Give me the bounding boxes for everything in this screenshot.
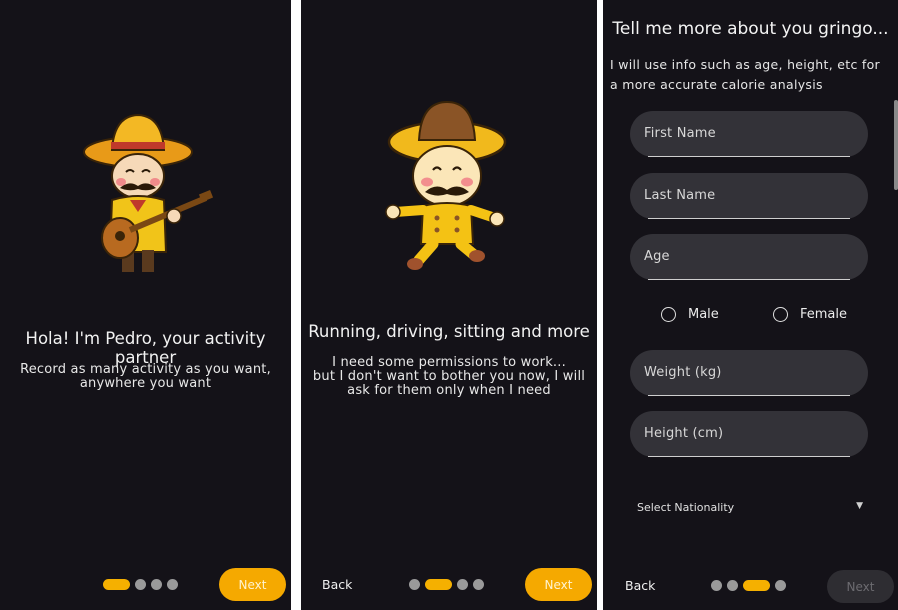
page-dot xyxy=(135,579,146,590)
page-dot xyxy=(151,579,162,590)
height-label: Height (cm) xyxy=(644,426,724,441)
last-name-label: Last Name xyxy=(644,188,716,203)
page-dot xyxy=(711,580,722,591)
page-description: I will use info such as age, height, etc… xyxy=(610,57,880,92)
age-field[interactable]: Age xyxy=(630,234,868,280)
page-indicator xyxy=(103,579,178,590)
page-dot xyxy=(727,580,738,591)
nationality-placeholder: Select Nationality xyxy=(637,501,735,514)
gender-label-male: Male xyxy=(688,307,719,322)
page-indicator xyxy=(409,579,484,590)
chevron-down-icon[interactable]: ▼ xyxy=(856,501,863,511)
page-description: Record as many activity as you want, any… xyxy=(20,362,271,391)
onboarding-screen-2: Running, driving, sitting and more I nee… xyxy=(301,0,597,610)
scrollbar[interactable] xyxy=(894,100,898,190)
page-dot-active xyxy=(103,579,130,590)
height-field[interactable]: Height (cm) xyxy=(630,411,868,457)
onboarding-screen-3: Tell me more about you gringo... I will … xyxy=(603,0,898,610)
page-dot xyxy=(473,579,484,590)
next-button[interactable]: Next xyxy=(525,568,592,601)
gender-radio-male[interactable]: Male xyxy=(661,307,719,322)
gender-label-female: Female xyxy=(800,307,848,322)
page-title: Running, driving, sitting and more xyxy=(308,322,590,341)
next-button[interactable]: Next xyxy=(219,568,286,601)
page-dot xyxy=(167,579,178,590)
radio-circle-icon[interactable] xyxy=(773,307,788,322)
page-dot-active xyxy=(743,580,770,591)
nationality-select[interactable]: Select Nationality ▼ xyxy=(637,501,863,514)
age-label: Age xyxy=(644,249,670,264)
page-dot-active xyxy=(425,579,452,590)
last-name-field[interactable]: Last Name xyxy=(630,173,868,219)
next-button[interactable]: Next xyxy=(827,570,894,603)
radio-circle-icon[interactable] xyxy=(661,307,676,322)
first-name-field[interactable]: First Name xyxy=(630,111,868,157)
back-button[interactable]: Back xyxy=(625,578,655,593)
page-dot xyxy=(409,579,420,590)
first-name-label: First Name xyxy=(644,126,716,141)
page-indicator xyxy=(711,580,786,591)
pedro-guitar-mascot xyxy=(83,113,214,272)
page-title: Tell me more about you gringo... xyxy=(612,19,889,39)
pedro-running-mascot xyxy=(385,100,507,270)
weight-field[interactable]: Weight (kg) xyxy=(630,350,868,396)
onboarding-screen-1: Hola! I'm Pedro, your activity partner R… xyxy=(0,0,291,610)
page-dot xyxy=(775,580,786,591)
back-button[interactable]: Back xyxy=(322,577,352,592)
page-dot xyxy=(457,579,468,590)
weight-label: Weight (kg) xyxy=(644,365,722,380)
page-description: I need some permissions to work... but I… xyxy=(312,355,586,398)
gender-radio-female[interactable]: Female xyxy=(773,307,847,322)
